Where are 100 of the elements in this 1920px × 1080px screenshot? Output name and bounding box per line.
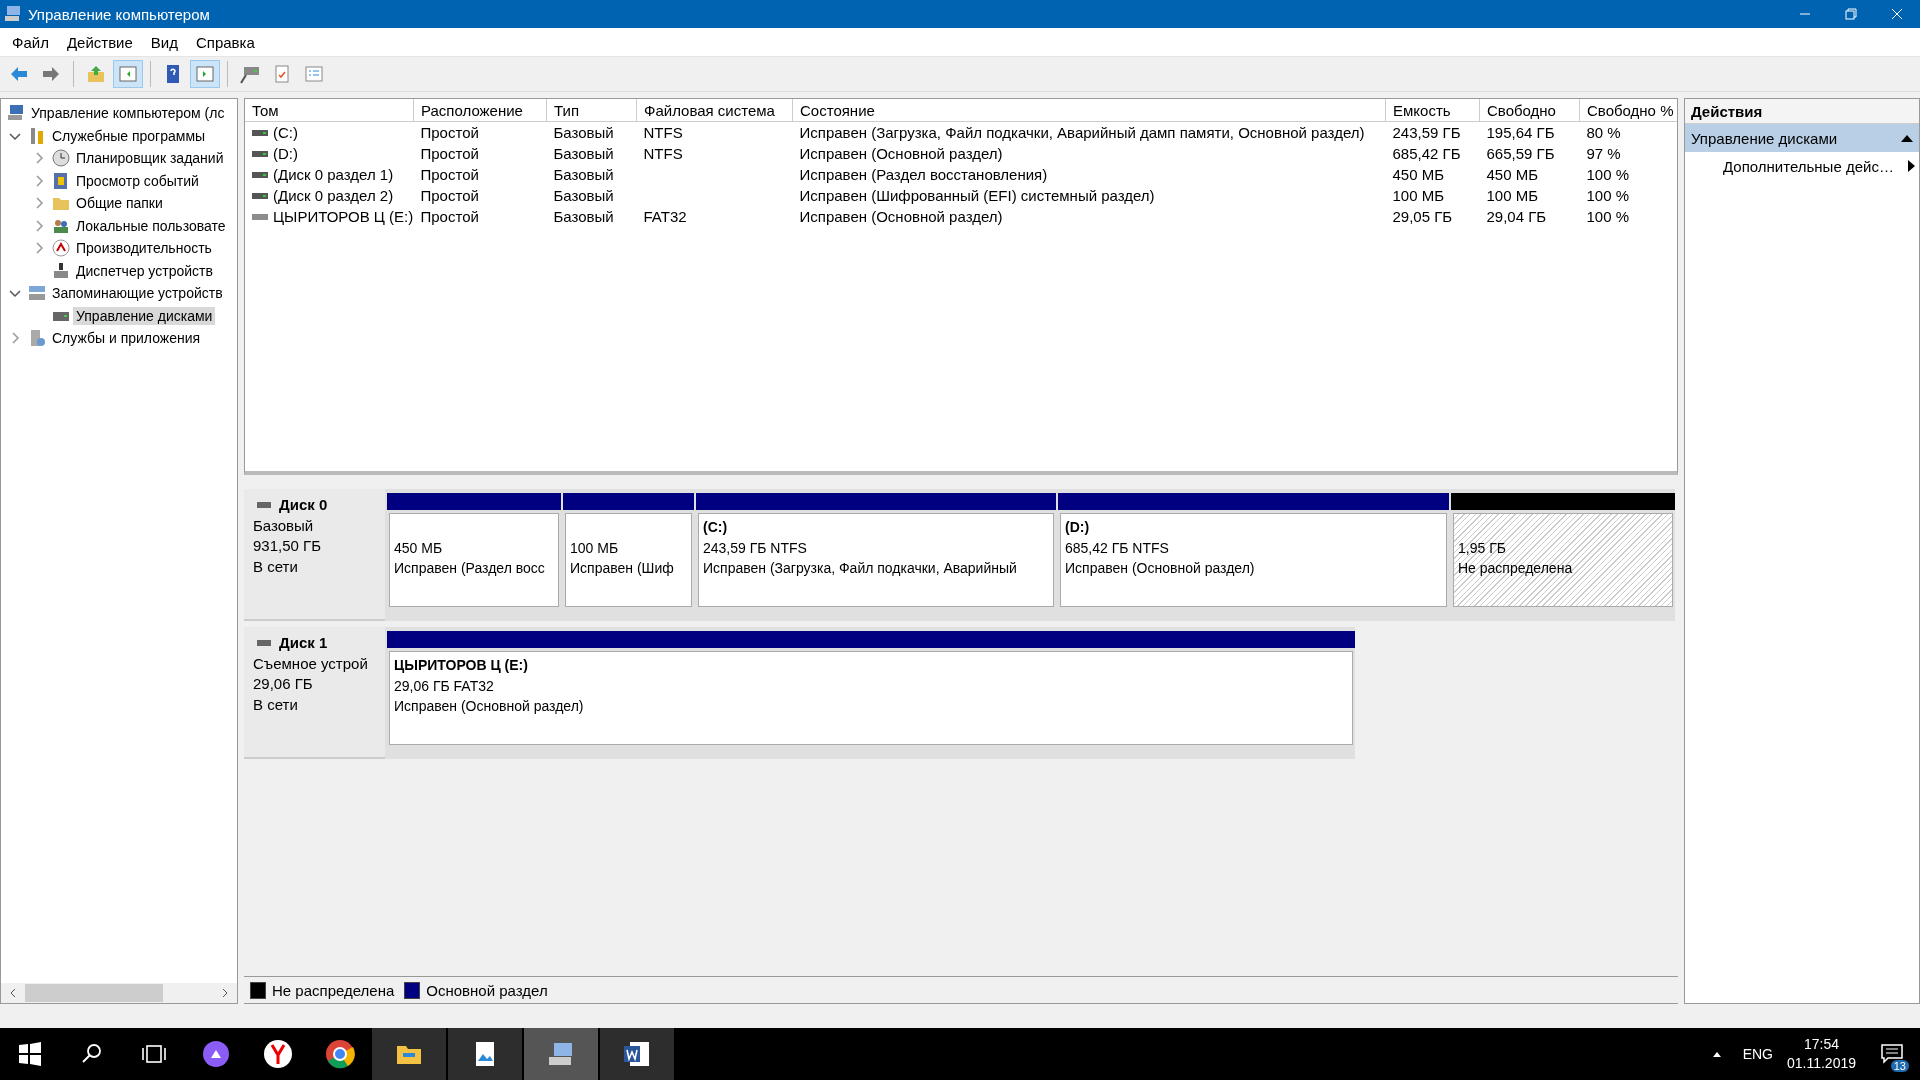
disk-status: В сети bbox=[253, 556, 299, 577]
table-cell: 29,04 ГБ bbox=[1486, 208, 1547, 225]
tray-overflow-icon[interactable] bbox=[1710, 1050, 1723, 1058]
column-header[interactable]: Расположение bbox=[413, 99, 547, 122]
column-header[interactable]: Файловая система bbox=[636, 99, 793, 122]
server-icon bbox=[28, 329, 46, 348]
tree-item[interactable]: Планировщик заданий bbox=[73, 149, 227, 168]
drive-icon bbox=[252, 191, 268, 200]
disk-size: 931,50 ГБ bbox=[253, 536, 322, 556]
storage-icon bbox=[28, 284, 46, 303]
scrollbar-thumb[interactable] bbox=[25, 984, 163, 1002]
legend-label: Основной раздел bbox=[426, 981, 548, 999]
computer-icon bbox=[7, 104, 25, 123]
table-cell: Исправен (Основной раздел) bbox=[799, 145, 1003, 162]
partition-status: Не распределена bbox=[1458, 559, 1574, 578]
unallocated-space[interactable]: 1,95 ГБ Не распределена bbox=[1453, 513, 1673, 607]
tree-item[interactable]: Служебные программы bbox=[49, 126, 209, 145]
table-cell: Исправен (Основной раздел) bbox=[799, 208, 1003, 225]
disk-type: Базовый bbox=[253, 515, 315, 536]
partition-name: (C:) bbox=[703, 518, 729, 537]
tree-item[interactable]: Службы и приложения bbox=[49, 329, 204, 348]
tree-item[interactable]: Диспетчер устройств bbox=[73, 261, 216, 280]
action-pane-button[interactable] bbox=[190, 60, 220, 88]
window-title: Управление компьютером bbox=[28, 5, 211, 23]
menu-item[interactable]: Справка bbox=[188, 33, 265, 51]
table-cell: 100 % bbox=[1586, 208, 1630, 225]
tree-item[interactable]: Общие папки bbox=[73, 194, 166, 213]
partition-box[interactable]: ЦЫРИТОРОВ Ц (E:) 29,06 ГБ FAT32 Исправен (Основной раздел) bbox=[389, 651, 1353, 745]
partition-box[interactable]: (D:) 685,42 ГБ NTFS Исправен (Основной раздел) bbox=[1060, 513, 1447, 607]
table-cell: 100 % bbox=[1586, 187, 1630, 204]
table-cell: 97 % bbox=[1586, 145, 1621, 162]
gauge-icon bbox=[52, 239, 70, 258]
drive-icon bbox=[257, 640, 271, 647]
menu-item[interactable]: Вид bbox=[142, 33, 188, 51]
partition-size: 685,42 ГБ NTFS bbox=[1065, 538, 1170, 558]
column-header[interactable]: Тип bbox=[546, 99, 637, 122]
drive-icon bbox=[257, 502, 271, 509]
table-cell: (D:) bbox=[273, 145, 298, 162]
partition-status: Исправен (Раздел восс bbox=[394, 559, 546, 578]
disk-info-panel[interactable]: Диск 0 Базовый 931,50 ГБ В сети bbox=[244, 489, 385, 621]
actions-section[interactable]: Управление дисками bbox=[1685, 124, 1919, 152]
tree-item[interactable]: Запоминающие устройств bbox=[49, 284, 226, 303]
column-header[interactable]: Свободно bbox=[1479, 99, 1580, 122]
table-cell: Исправен (Загрузка, Файл подкачки, Аварийный дамп памяти, Основной раздел) bbox=[799, 124, 1365, 141]
table-cell: Базовый bbox=[553, 187, 614, 204]
tree-item[interactable]: Просмотр событий bbox=[73, 171, 202, 190]
taskbar-app-button[interactable] bbox=[372, 1028, 446, 1080]
table-cell: ЦЫРИТОРОВ Ц (E:) bbox=[273, 208, 414, 225]
column-header[interactable]: Состояние bbox=[792, 99, 1386, 122]
drive-icon bbox=[252, 212, 268, 221]
disk-info-panel[interactable]: Диск 1 Съемное устрой 29,06 ГБ В сети bbox=[244, 627, 385, 759]
language-indicator[interactable]: ENG bbox=[1742, 1046, 1773, 1062]
pane-icon bbox=[118, 64, 138, 84]
tree-pane-button[interactable] bbox=[113, 60, 143, 88]
taskbar-app-button[interactable] bbox=[600, 1028, 674, 1080]
table-cell: Базовый bbox=[553, 166, 614, 183]
notification-badge: 13 bbox=[1889, 1059, 1910, 1073]
table-cell: Простой bbox=[420, 208, 479, 225]
submenu-arrow-icon bbox=[1908, 160, 1915, 172]
disk-name: Диск 1 bbox=[279, 633, 328, 653]
table-cell: (Диск 0 раздел 1) bbox=[273, 166, 394, 183]
table-cell: 243,59 ГБ bbox=[1392, 124, 1461, 141]
table-cell: 665,59 ГБ bbox=[1486, 145, 1555, 162]
menu-item[interactable]: Действие bbox=[58, 33, 143, 51]
disk-size: 29,06 ГБ bbox=[253, 674, 314, 694]
table-cell: FAT32 bbox=[643, 208, 687, 225]
table-cell: 450 МБ bbox=[1392, 166, 1445, 183]
list-icon bbox=[304, 64, 324, 84]
folder-up-icon bbox=[86, 64, 106, 84]
menu-item[interactable]: Файл bbox=[4, 33, 59, 51]
legend-label: Не распределена bbox=[272, 981, 395, 999]
tree-item[interactable]: Управление компьютером (лс bbox=[28, 104, 228, 123]
table-cell: Исправен (Раздел восстановления) bbox=[799, 166, 1048, 183]
column-header[interactable]: Емкость bbox=[1385, 99, 1480, 122]
tools-icon bbox=[28, 126, 46, 145]
table-cell: (C:) bbox=[273, 124, 298, 141]
disk-type: Съемное устрой bbox=[253, 653, 369, 674]
partition-size: 243,59 ГБ NTFS bbox=[703, 538, 808, 558]
partition-size: 1,95 ГБ bbox=[1458, 538, 1507, 558]
taskbar-app-button[interactable] bbox=[448, 1028, 522, 1080]
partition-status: Исправен (Основной раздел) bbox=[1065, 559, 1256, 578]
column-header[interactable]: Том bbox=[245, 99, 414, 122]
collapse-icon[interactable] bbox=[1901, 134, 1913, 142]
table-cell: Базовый bbox=[553, 124, 614, 141]
partition-box[interactable]: 100 МБ Исправен (Шиф bbox=[565, 513, 692, 607]
tree-item[interactable]: Производительность bbox=[73, 239, 215, 258]
computer-icon bbox=[4, 5, 22, 23]
partition-name: (D:) bbox=[1065, 518, 1091, 537]
clock[interactable]: 17:54 01.11.2019 bbox=[1786, 1035, 1856, 1073]
drive-icon bbox=[240, 64, 260, 84]
partition-size: 100 МБ bbox=[570, 538, 620, 558]
partition-box[interactable]: 450 МБ Исправен (Раздел восс bbox=[389, 513, 559, 607]
device-icon bbox=[52, 261, 70, 280]
tree-item[interactable]: Управление дисками bbox=[73, 306, 216, 325]
action-link[interactable]: Дополнительные дейс… bbox=[1685, 152, 1919, 180]
browser-icon bbox=[325, 1039, 355, 1069]
tree-item[interactable]: Локальные пользовате bbox=[73, 216, 229, 235]
partition-box[interactable]: (C:) 243,59 ГБ NTFS Исправен (Загрузка, Файл подкачки, Аварийный bbox=[698, 513, 1054, 607]
table-cell: 450 МБ bbox=[1486, 166, 1539, 183]
table-cell: 100 МБ bbox=[1486, 187, 1539, 204]
